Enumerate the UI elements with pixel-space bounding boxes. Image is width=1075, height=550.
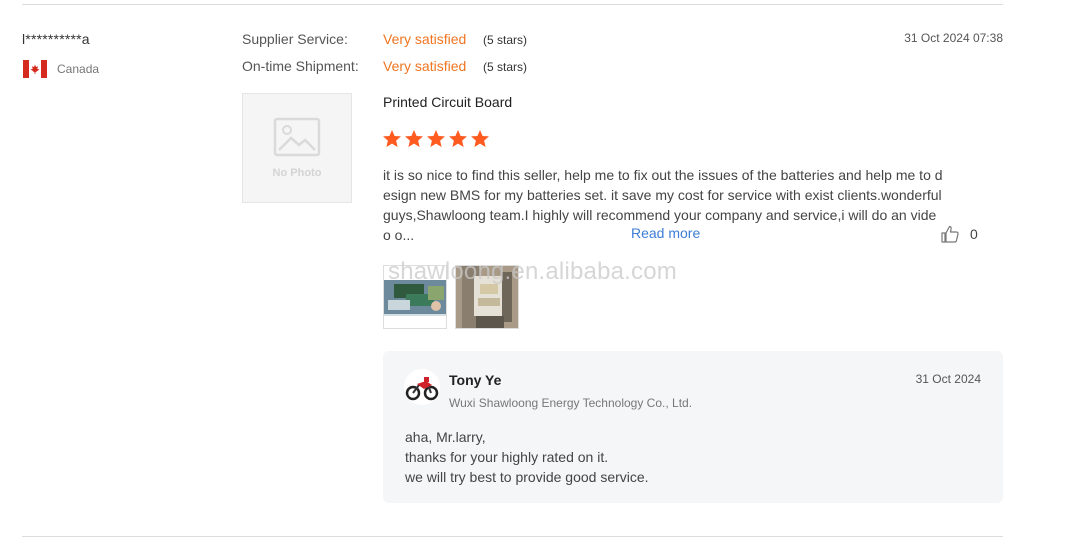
thumbs-up-icon — [941, 225, 959, 243]
like-count: 0 — [970, 226, 978, 242]
star-icon — [405, 130, 423, 147]
supplier-service-stars: (5 stars) — [483, 33, 528, 47]
reply-line: thanks for your highly rated on it. — [405, 449, 609, 465]
star-icon — [449, 130, 467, 147]
buyer-country: Canada — [57, 62, 100, 76]
product-name[interactable]: Printed Circuit Board — [383, 94, 512, 110]
reply-author-name: Tony Ye — [449, 372, 502, 388]
reply-body: aha, Mr.larry, thanks for your highly ra… — [405, 427, 649, 487]
review-photo-2[interactable] — [455, 265, 519, 329]
read-more-link[interactable]: Read more — [631, 225, 700, 241]
star-icon — [427, 130, 445, 147]
product-image-placeholder[interactable]: No Photo — [242, 93, 352, 203]
review-date: 31 Oct 2024 07:38 — [904, 31, 1003, 45]
top-divider — [22, 4, 1003, 5]
review-photo-1[interactable] — [383, 265, 447, 329]
like-button[interactable]: 0 — [940, 224, 978, 244]
no-photo-text: No Photo — [272, 167, 322, 179]
motorcycle-avatar — [404, 369, 440, 405]
supplier-service-value: Very satisfied — [383, 31, 467, 47]
star-icon — [471, 130, 489, 147]
reply-company-name[interactable]: Wuxi Shawloong Energy Technology Co., Lt… — [449, 396, 692, 410]
reply-date: 31 Oct 2024 — [915, 372, 981, 386]
star-icon — [383, 130, 401, 147]
shipment-stars: (5 stars) — [483, 60, 528, 74]
reply-line: aha, Mr.larry, — [405, 429, 486, 445]
bottom-divider — [22, 536, 1003, 537]
canada-flag-icon — [23, 60, 47, 78]
no-photo-icon — [273, 117, 321, 157]
shipment-label: On-time Shipment: — [242, 58, 359, 74]
supplier-service-label: Supplier Service: — [242, 31, 348, 47]
buyer-name: l**********a — [22, 31, 90, 47]
supplier-reply: Tony Ye Wuxi Shawloong Energy Technology… — [383, 351, 1003, 503]
product-rating-stars — [382, 129, 490, 149]
shipment-value: Very satisfied — [383, 58, 467, 74]
reply-line: we will try best to provide good service… — [405, 469, 649, 485]
